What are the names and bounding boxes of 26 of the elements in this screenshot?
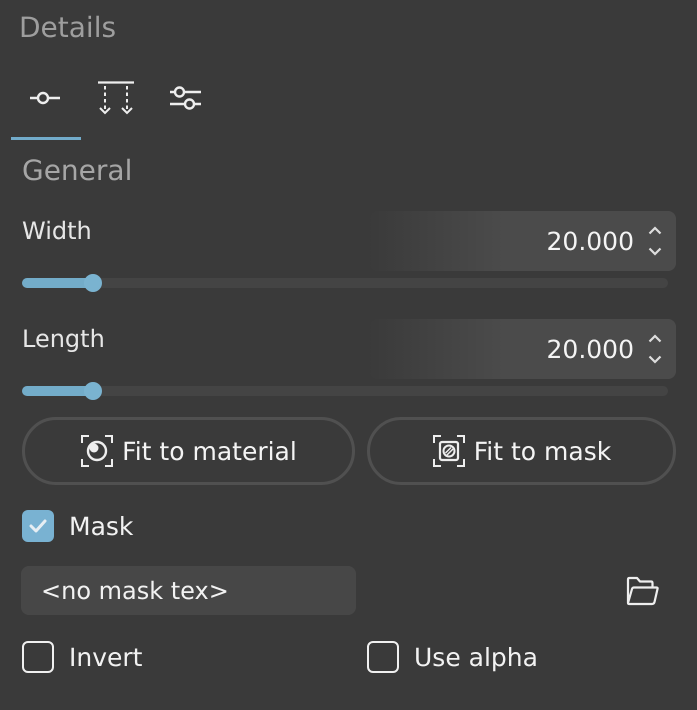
chevron-up-icon[interactable] <box>648 226 662 235</box>
option-checkbox-row[interactable]: Use alpha <box>367 641 538 673</box>
checkbox[interactable] <box>22 510 54 542</box>
chevron-down-icon[interactable] <box>648 355 662 364</box>
panel-title: Details <box>19 10 116 46</box>
folder-icon[interactable] <box>625 574 659 606</box>
chevron-up-icon[interactable] <box>648 334 662 343</box>
focus-hatched-square-icon <box>432 434 466 468</box>
mask-checkbox-row[interactable]: Mask <box>22 510 134 542</box>
texture-field[interactable]: <no mask tex> <box>21 566 356 615</box>
fit-button[interactable]: Fit to mask <box>367 417 676 485</box>
checkbox[interactable] <box>367 641 399 673</box>
check-icon <box>29 519 47 533</box>
dashed-arrows-icon <box>97 80 135 114</box>
slider-thumb[interactable] <box>84 382 102 400</box>
sliders-icon <box>169 86 203 110</box>
section-title: General <box>22 153 132 189</box>
checkbox[interactable] <box>22 641 54 673</box>
option-checkbox-row[interactable]: Invert <box>22 641 142 673</box>
chevron-down-icon[interactable] <box>648 247 662 256</box>
slider-point-icon <box>29 90 63 104</box>
focus-sphere-icon <box>80 434 114 468</box>
fit-button[interactable]: Fit to material <box>22 417 355 485</box>
param-label: Width <box>22 216 92 246</box>
slider-thumb[interactable] <box>84 274 102 292</box>
param-label: Length <box>22 324 105 354</box>
